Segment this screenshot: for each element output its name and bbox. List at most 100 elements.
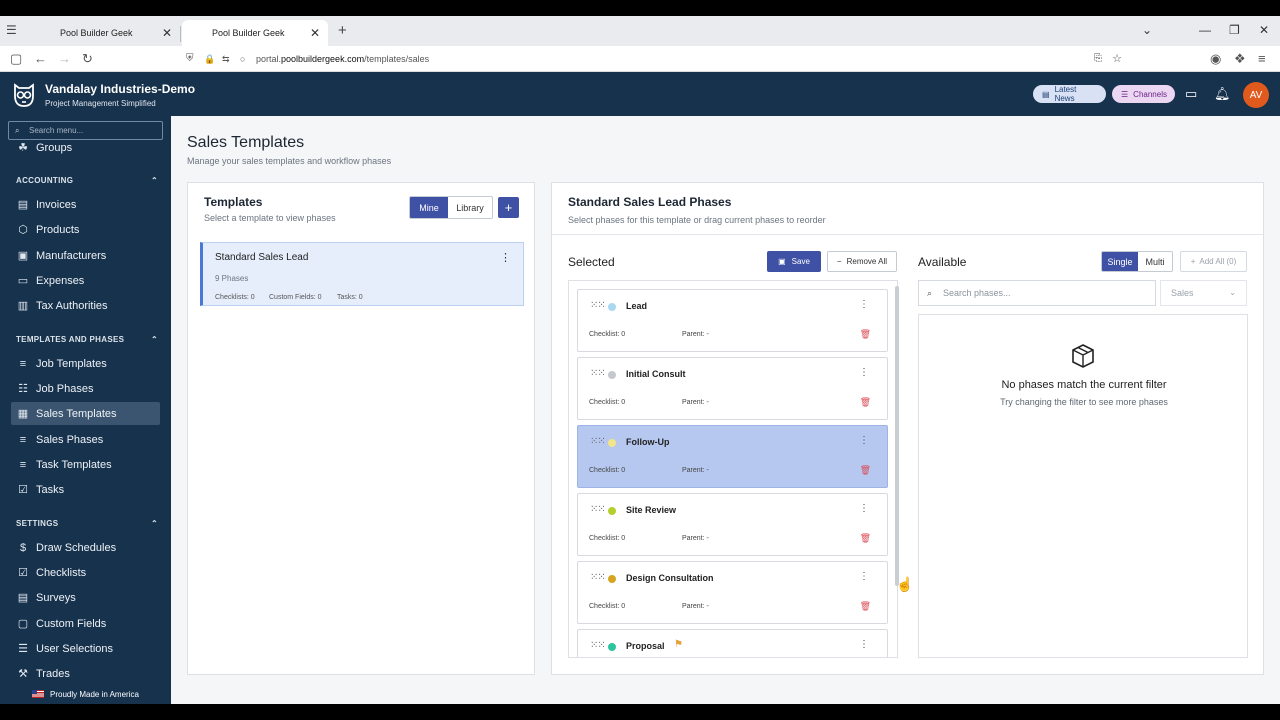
- browser-tab-2[interactable]: Pool Builder Geek ✕: [182, 20, 328, 46]
- sidebar-item-job-templates[interactable]: ≡ Job Templates: [11, 352, 160, 375]
- browser-tab-1[interactable]: Pool Builder Geek ✕: [30, 20, 180, 46]
- list-scrollbar[interactable]: [895, 286, 899, 586]
- sidebar-item-products[interactable]: ⬡ Products: [11, 218, 160, 241]
- sidebar-item-sales-templates[interactable]: ▦ Sales Templates: [11, 402, 160, 425]
- mine-button[interactable]: Mine: [410, 197, 448, 218]
- phase-name: Initial Consult: [626, 369, 686, 379]
- close-window-icon[interactable]: ✕: [1259, 23, 1269, 37]
- reload-icon[interactable]: ↻: [82, 51, 93, 67]
- accounting-heading[interactable]: ACCOUNTING ⌃: [16, 176, 160, 185]
- extensions-icon[interactable]: ❖: [1234, 51, 1246, 67]
- sidebar-item-draw-schedules[interactable]: $ Draw Schedules: [11, 536, 160, 559]
- sidebar-item-groups[interactable]: ☘ Groups: [11, 136, 160, 159]
- available-phases-list: No phases match the current filter Try c…: [918, 314, 1248, 658]
- sidebar-item-custom-fields[interactable]: ▢ Custom Fields: [11, 612, 160, 635]
- messages-icon[interactable]: ▭: [1185, 86, 1197, 102]
- sidebar-item-job-phases[interactable]: ☷ Job Phases: [11, 377, 160, 400]
- trash-icon[interactable]: 🗑︎: [860, 397, 871, 408]
- add-all-button[interactable]: + Add All (0): [1180, 251, 1247, 272]
- url-path: /templates/sales: [364, 54, 430, 64]
- sidebar-item-sales-phases[interactable]: ≡ Sales Phases: [11, 428, 160, 451]
- close-tab-icon[interactable]: ✕: [162, 26, 172, 40]
- add-template-button[interactable]: +: [498, 197, 519, 218]
- phase-card[interactable]: ⁙⁙ Proposal ⚑ ⋮: [577, 629, 888, 657]
- save-disk-icon: ▣: [778, 257, 786, 266]
- phase-card[interactable]: ⁙⁙ Initial Consult ⋮ Checklist: 0 Parent…: [577, 357, 888, 420]
- save-button[interactable]: ▣ Save: [767, 251, 821, 272]
- more-vertical-icon[interactable]: ⋮: [859, 503, 869, 514]
- drag-handle-icon[interactable]: ⁙⁙: [590, 504, 606, 515]
- more-vertical-icon[interactable]: ⋮: [859, 639, 869, 650]
- site-info-icon: ○: [240, 54, 246, 64]
- templates-panel-subtitle: Select a template to view phases: [204, 213, 336, 223]
- user-avatar[interactable]: AV: [1243, 82, 1269, 108]
- phase-parent: Parent: -: [682, 467, 709, 474]
- phase-card[interactable]: ⁙⁙ Design Consultation ⋮ Checklist: 0 Pa…: [577, 561, 888, 624]
- menu-icon[interactable]: ≡: [1258, 51, 1266, 66]
- close-tab-icon[interactable]: ✕: [310, 26, 320, 40]
- phase-name: Lead: [626, 301, 648, 311]
- wallet-icon: ▭: [17, 275, 29, 287]
- search-phases-input[interactable]: ⌕ Search phases...: [918, 280, 1156, 306]
- sidebar-toggle-icon[interactable]: ▢: [10, 51, 22, 67]
- forward-icon[interactable]: →: [58, 51, 71, 66]
- tab-title: Pool Builder Geek: [212, 28, 285, 38]
- single-button[interactable]: Single: [1102, 252, 1138, 271]
- multi-button[interactable]: Multi: [1138, 252, 1172, 271]
- sidebar-item-trades[interactable]: ⚒ Trades: [11, 662, 160, 685]
- sidebar-item-surveys[interactable]: ▤ Surveys: [11, 586, 160, 609]
- sidebar-item-expenses[interactable]: ▭ Expenses: [11, 269, 160, 292]
- library-button[interactable]: Library: [448, 197, 492, 218]
- back-icon[interactable]: ←: [34, 51, 47, 66]
- reader-view-icon[interactable]: ⎘: [1094, 49, 1102, 69]
- drag-handle-icon[interactable]: ⁙⁙: [590, 368, 606, 379]
- tab-overview-icon[interactable]: ☰: [6, 23, 20, 37]
- phase-color-dot: [608, 303, 616, 311]
- box-icon: [1072, 344, 1094, 368]
- maximize-icon[interactable]: ❐: [1229, 23, 1240, 37]
- sidebar-item-checklists[interactable]: ☑ Checklists: [11, 561, 160, 584]
- profile-icon[interactable]: ◉: [1210, 51, 1221, 67]
- tab-list-chevron-icon[interactable]: ⌄: [1142, 23, 1152, 37]
- channels-button[interactable]: ☰ Channels: [1112, 85, 1175, 103]
- notifications-bell-icon[interactable]: 🔔︎: [1214, 86, 1231, 102]
- remove-all-button[interactable]: − Remove All: [827, 251, 897, 272]
- more-vertical-icon[interactable]: ⋮: [859, 299, 869, 310]
- more-vertical-icon[interactable]: ⋮: [859, 367, 869, 378]
- more-vertical-icon[interactable]: ⋮: [500, 251, 511, 264]
- sidebar-item-tasks[interactable]: ☑ Tasks: [11, 478, 160, 501]
- address-bar[interactable]: ⛨ 🔒 ⇆ ○ portal.poolbuildergeek.com/templ…: [180, 49, 1128, 69]
- sidebar-item-tax-authorities[interactable]: ▥ Tax Authorities: [11, 294, 160, 317]
- drag-handle-icon[interactable]: ⁙⁙: [590, 640, 606, 651]
- sidebar-item-task-templates[interactable]: ≡ Task Templates: [11, 453, 160, 476]
- sidebar-item-invoices[interactable]: ▤ Invoices: [11, 193, 160, 216]
- phase-card[interactable]: ⁙⁙ Site Review ⋮ Checklist: 0 Parent: - …: [577, 493, 888, 556]
- templates-heading[interactable]: TEMPLATES AND PHASES ⌃: [16, 335, 160, 344]
- trash-icon[interactable]: 🗑︎: [860, 533, 871, 544]
- drag-handle-icon[interactable]: ⁙⁙: [590, 300, 606, 311]
- layers-icon: ≡: [19, 433, 27, 446]
- available-label: Available: [918, 255, 967, 269]
- sidebar-item-manufacturers[interactable]: ▣ Manufacturers: [11, 244, 160, 267]
- phase-type-filter-select[interactable]: Sales ⌄: [1160, 280, 1247, 306]
- minimize-icon[interactable]: —: [1199, 23, 1211, 37]
- phase-checklist: Checklist: 0: [589, 399, 626, 406]
- settings-heading[interactable]: SETTINGS ⌃: [16, 519, 160, 528]
- new-tab-icon[interactable]: +: [338, 22, 347, 39]
- more-vertical-icon[interactable]: ⋮: [859, 571, 869, 582]
- lock-icon: 🔒: [204, 54, 216, 64]
- selected-phases-list: ⁙⁙ Lead ⋮ Checklist: 0 Parent: - 🗑︎ ⁙⁙ I…: [568, 280, 898, 658]
- phase-card[interactable]: ⁙⁙ Lead ⋮ Checklist: 0 Parent: - 🗑︎: [577, 289, 888, 352]
- template-card[interactable]: Standard Sales Lead 9 Phases Checklists:…: [200, 242, 524, 306]
- bookmark-star-icon[interactable]: ☆: [1112, 49, 1122, 69]
- more-vertical-icon[interactable]: ⋮: [859, 435, 869, 446]
- sidebar-item-user-selections[interactable]: ☰ User Selections: [11, 637, 160, 660]
- drag-handle-icon[interactable]: ⁙⁙: [590, 436, 606, 447]
- trash-icon[interactable]: 🗑︎: [860, 329, 871, 340]
- phase-card[interactable]: ⁙⁙ Follow-Up ⋮ Checklist: 0 Parent: - 🗑︎: [577, 425, 888, 488]
- drag-handle-icon[interactable]: ⁙⁙: [590, 572, 606, 583]
- chevron-up-icon: ⌃: [150, 335, 158, 344]
- trash-icon[interactable]: 🗑︎: [860, 601, 871, 612]
- latest-news-button[interactable]: ▤ Latest News: [1033, 85, 1106, 103]
- trash-icon[interactable]: 🗑︎: [860, 465, 871, 476]
